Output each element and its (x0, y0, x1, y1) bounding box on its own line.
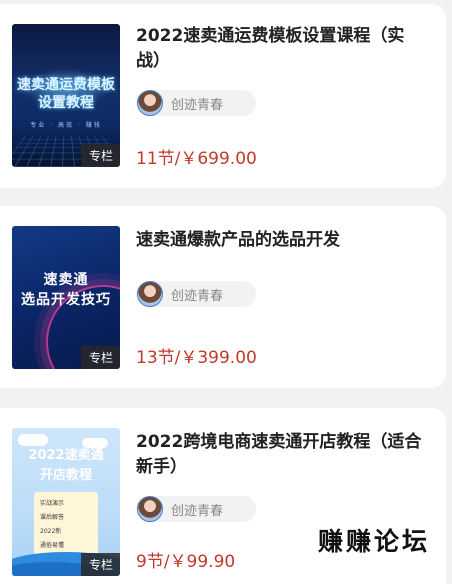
course-title[interactable]: 2022跨境电商速卖通开店教程（适合新手） (136, 430, 428, 480)
course-card[interactable]: 速卖通运费模板 设置教程 专业 · 高效 · 赚钱 专栏 2022速卖通运费模板… (0, 4, 446, 188)
thumbnail-title-line: 速卖通运费模板 (17, 77, 115, 93)
author-name: 创迹青春 (171, 288, 224, 304)
course-thumbnail[interactable]: 速卖通 选品开发技巧 专栏 (12, 226, 120, 369)
note-line: 课后解答 (40, 514, 65, 521)
note-line: 通俗易懂 (40, 542, 65, 549)
watermark: 赚赚论坛 (317, 527, 430, 556)
author-name: 创迹青春 (171, 97, 224, 113)
course-card[interactable]: 速卖通 选品开发技巧 专栏 速卖通爆款产品的选品开发 创迹青春 13节/￥399… (0, 206, 446, 388)
thumbnail-note-paper: 实战演示 课后解答 2022新 通俗易懂 (34, 492, 98, 558)
note-line: 2022新 (40, 528, 62, 535)
column-tag: 专栏 (80, 144, 120, 167)
course-price: 13节/￥399.00 (136, 348, 257, 368)
course-price: 9节/￥99.90 (136, 552, 236, 572)
author-chip[interactable]: 创迹青春 (136, 496, 256, 522)
avatar (137, 496, 163, 522)
course-title[interactable]: 速卖通爆款产品的选品开发 (136, 228, 428, 253)
thumbnail-title: 2022速卖通 开店教程 (12, 446, 120, 486)
avatar (137, 281, 163, 307)
thumbnail-title-line: 设置教程 (38, 95, 94, 111)
author-chip[interactable]: 创迹青春 (136, 90, 256, 116)
thumbnail-title-line: 开店教程 (39, 468, 92, 483)
course-thumbnail[interactable]: 2022速卖通 开店教程 实战演示 课后解答 2022新 通俗易懂 专栏 (12, 428, 120, 576)
course-thumbnail[interactable]: 速卖通运费模板 设置教程 专业 · 高效 · 赚钱 专栏 (12, 24, 120, 167)
course-title[interactable]: 2022速卖通运费模板设置课程（实战） (136, 24, 428, 74)
thumbnail-title-line: 选品开发技巧 (21, 292, 111, 308)
course-price: 11节/￥699.00 (136, 149, 257, 169)
thumbnail-title-line: 速卖通 (43, 272, 89, 288)
thumbnail-title-line: 2022速卖通 (28, 448, 104, 463)
column-tag: 专栏 (80, 553, 120, 576)
course-list: 速卖通运费模板 设置教程 专业 · 高效 · 赚钱 专栏 2022速卖通运费模板… (0, 0, 452, 584)
note-line: 实战演示 (40, 500, 65, 507)
thumbnail-title: 速卖通 选品开发技巧 (12, 270, 120, 310)
thumbnail-title: 速卖通运费模板 设置教程 (12, 76, 120, 112)
column-tag: 专栏 (80, 346, 120, 369)
thumbnail-subtitle: 专业 · 高效 · 赚钱 (30, 122, 102, 129)
avatar (137, 90, 163, 116)
author-chip[interactable]: 创迹青春 (136, 281, 256, 307)
cloud-shape (18, 434, 48, 446)
author-name: 创迹青春 (171, 503, 224, 519)
